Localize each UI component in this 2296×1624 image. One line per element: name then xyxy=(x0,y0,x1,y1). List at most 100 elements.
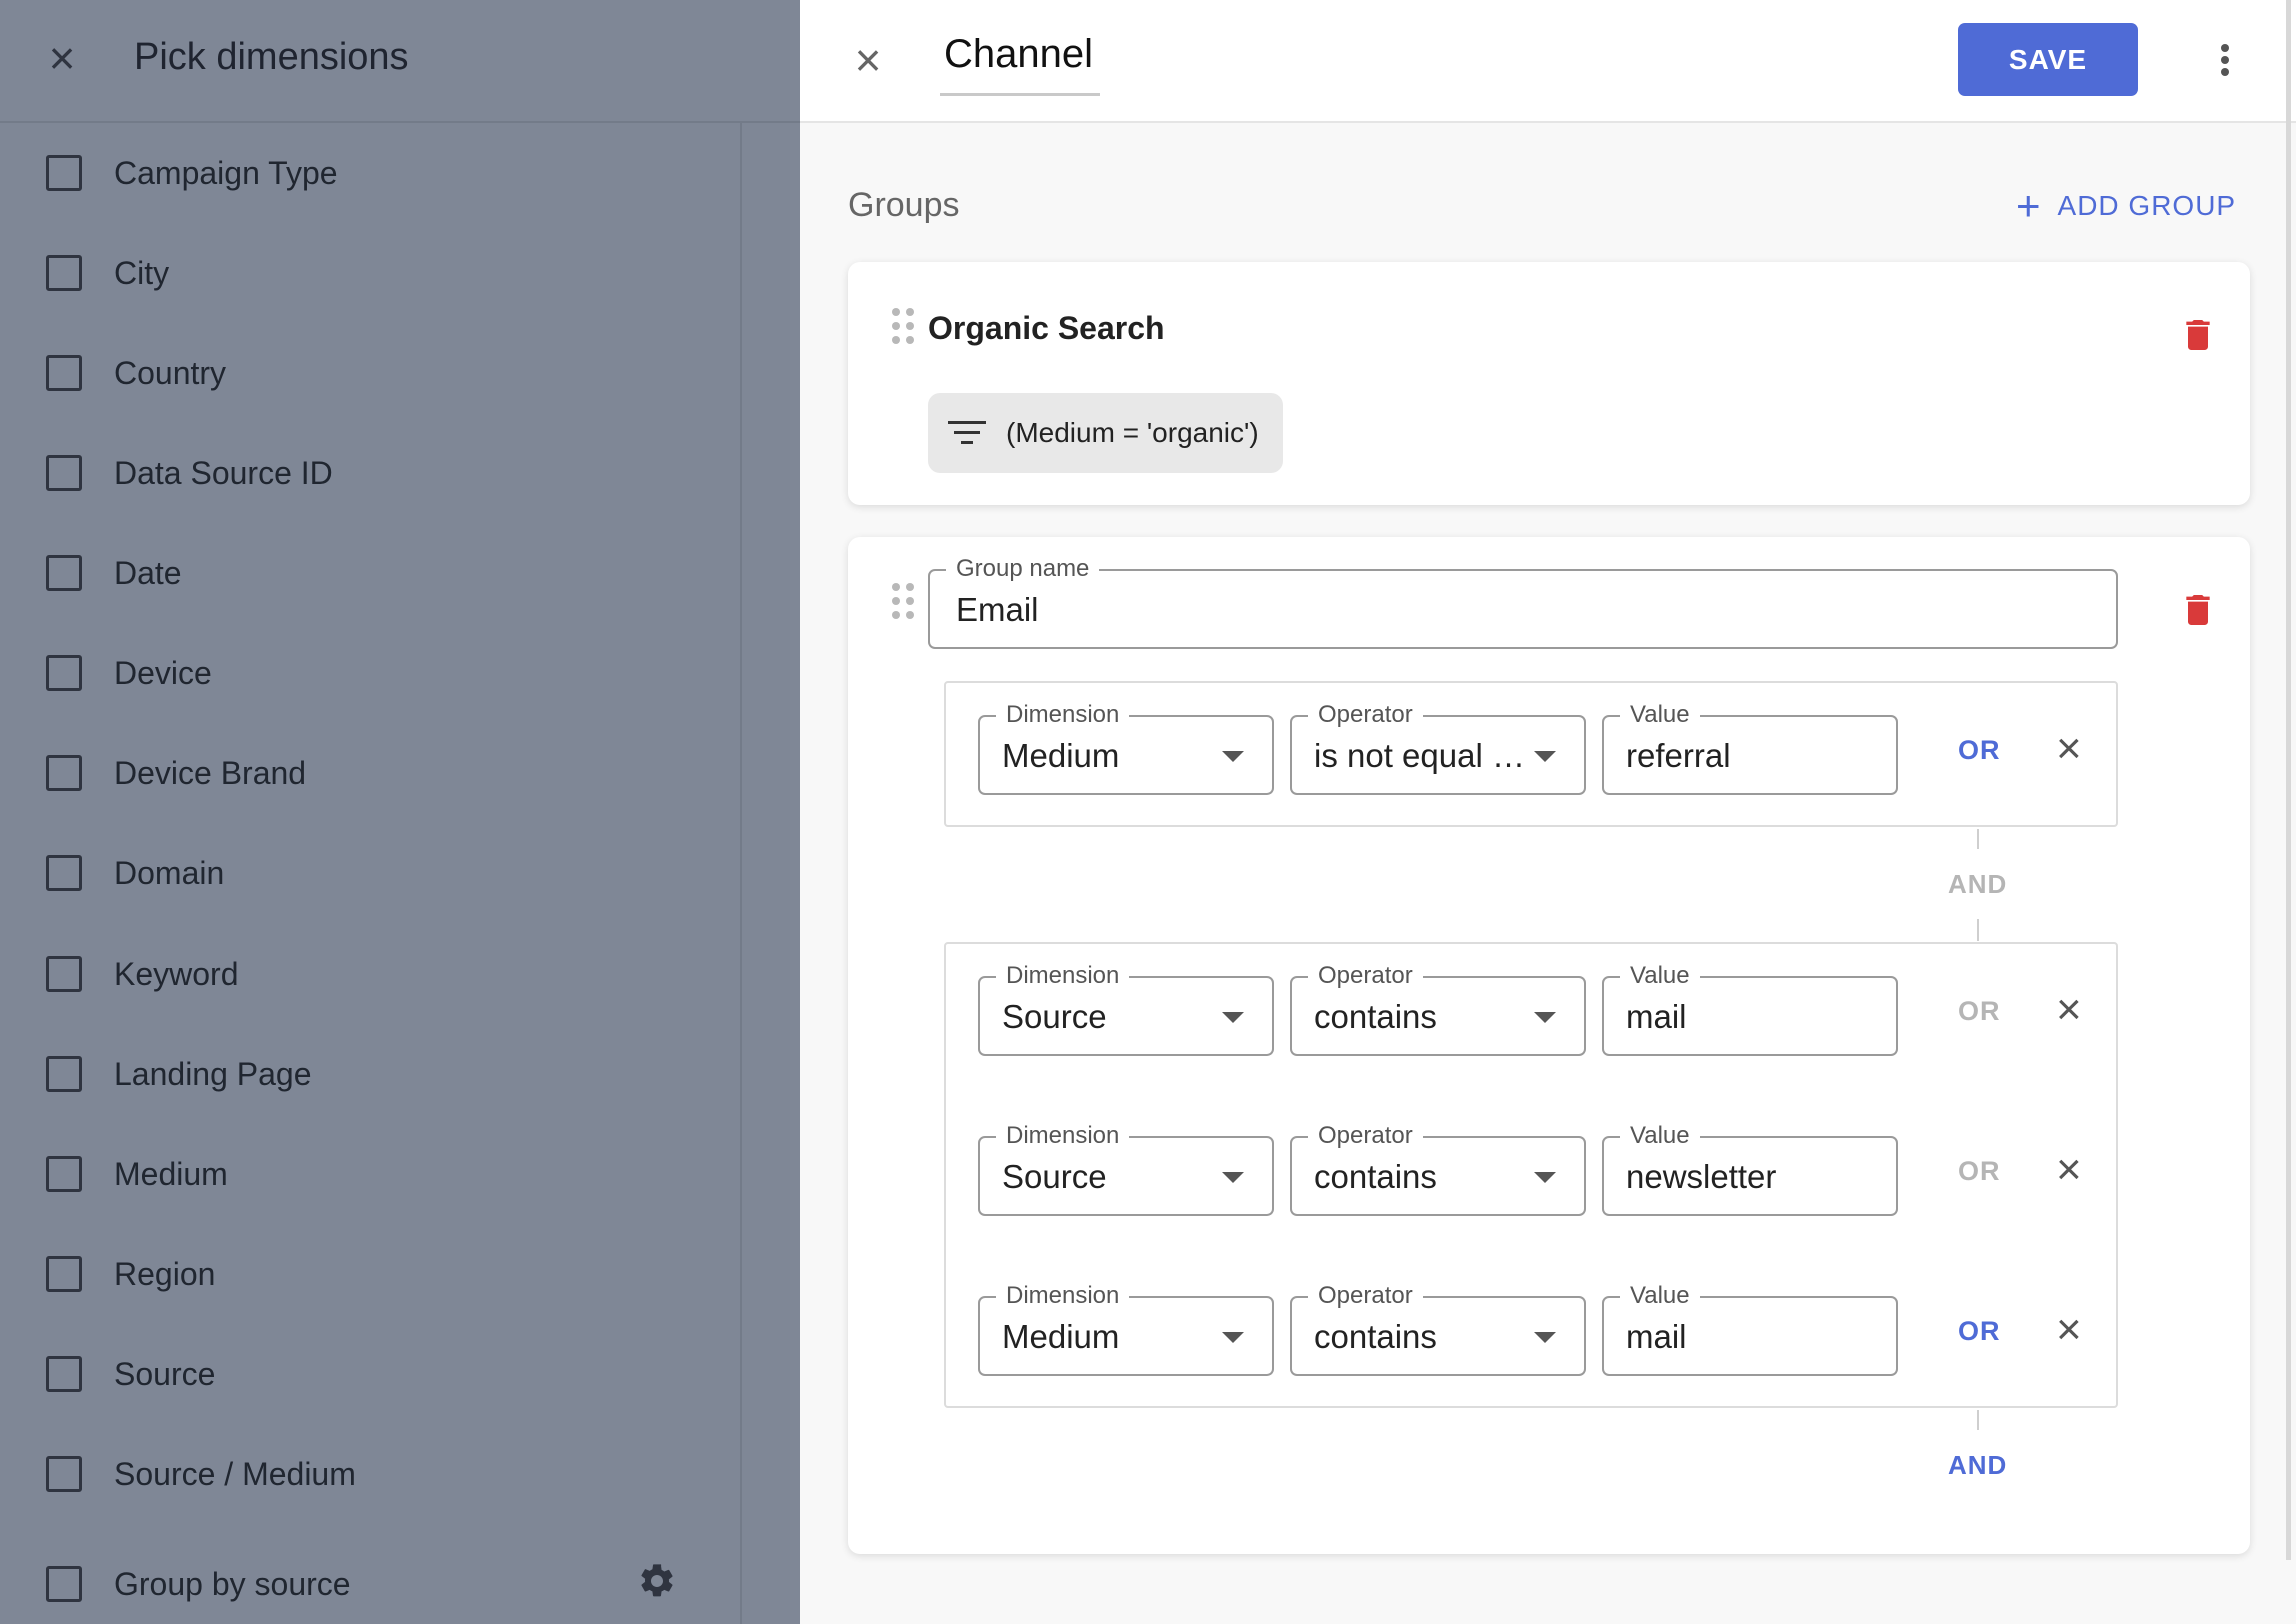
checkbox[interactable] xyxy=(46,1356,82,1392)
or-button[interactable]: OR xyxy=(1958,996,2001,1027)
dimension-option[interactable]: Keyword xyxy=(46,944,239,1004)
remove-condition-icon[interactable]: × xyxy=(2056,1308,2082,1352)
plus-icon: + xyxy=(2016,182,2042,229)
dimension-option[interactable]: Campaign Type xyxy=(46,143,338,203)
condition-value: newsletter xyxy=(1626,1158,1777,1195)
drag-handle-icon[interactable] xyxy=(892,583,914,619)
condition-value: mail xyxy=(1626,998,1687,1035)
dimension-option[interactable]: Medium xyxy=(46,1144,228,1204)
or-button[interactable]: OR xyxy=(1958,1156,2001,1187)
or-button[interactable]: OR xyxy=(1958,735,2001,766)
checkbox[interactable] xyxy=(46,1256,82,1292)
add-group-button[interactable]: + ADD GROUP xyxy=(2016,182,2236,229)
connector-line xyxy=(1977,919,1979,941)
dropdown-arrow-icon xyxy=(1222,1172,1244,1183)
group-by-source-option[interactable]: Group by source xyxy=(46,1554,351,1614)
remove-condition-icon[interactable]: × xyxy=(2056,727,2082,771)
field-label: Dimension xyxy=(996,701,1130,730)
dimension-option[interactable]: Source xyxy=(46,1344,215,1404)
dropdown-arrow-icon xyxy=(1222,751,1244,762)
dimension-option[interactable]: Device Brand xyxy=(46,743,306,803)
checkbox[interactable] xyxy=(46,255,82,291)
scrollbar[interactable] xyxy=(2286,0,2291,1560)
checkbox[interactable] xyxy=(46,1156,82,1192)
checkbox[interactable] xyxy=(46,1566,82,1602)
remove-condition-icon[interactable]: × xyxy=(2056,1148,2082,1192)
checkbox[interactable] xyxy=(46,956,82,992)
checkbox[interactable] xyxy=(46,855,82,891)
operator-value: contains xyxy=(1314,1318,1437,1355)
dimension-select[interactable]: Dimension Source xyxy=(978,962,1274,1056)
filter-chip-label: (Medium = 'organic') xyxy=(1006,417,1259,448)
remove-condition-icon[interactable]: × xyxy=(2056,988,2082,1032)
operator-value: contains xyxy=(1314,998,1437,1035)
dimension-option[interactable]: Country xyxy=(46,343,226,403)
group-name: Organic Search xyxy=(928,310,1165,346)
dimension-option[interactable]: Date xyxy=(46,543,182,603)
dimension-value: Medium xyxy=(1002,737,1120,774)
more-vert-icon[interactable] xyxy=(2200,32,2250,88)
and-button[interactable]: AND xyxy=(1948,1450,2007,1481)
dimension-option[interactable]: Landing Page xyxy=(46,1044,312,1104)
dimension-select[interactable]: Dimension Medium xyxy=(978,701,1274,795)
condition-block: Dimension Source Operator contains Value… xyxy=(944,942,2118,1408)
dimension-title-input[interactable]: Channel xyxy=(940,24,1100,96)
dimension-select[interactable]: Dimension Medium xyxy=(978,1282,1274,1376)
checkbox[interactable] xyxy=(46,755,82,791)
checkbox[interactable] xyxy=(46,155,82,191)
value-input[interactable]: Value newsletter xyxy=(1602,1122,1898,1216)
dimension-option[interactable]: Data Source ID xyxy=(46,443,333,503)
operator-select[interactable]: Operator is not equal … xyxy=(1290,701,1586,795)
dimension-option[interactable]: City xyxy=(46,243,169,303)
value-input[interactable]: Value referral xyxy=(1602,701,1898,795)
value-input[interactable]: Value mail xyxy=(1602,1282,1898,1376)
checkbox[interactable] xyxy=(46,655,82,691)
dimension-label: Source / Medium xyxy=(114,1455,356,1492)
condition-value: referral xyxy=(1626,737,1731,774)
dimension-select[interactable]: Dimension Source xyxy=(978,1122,1274,1216)
dropdown-arrow-icon xyxy=(1534,1012,1556,1023)
dimension-option[interactable]: Device xyxy=(46,643,212,703)
dimension-label: Data Source ID xyxy=(114,454,333,491)
gear-icon[interactable] xyxy=(634,1558,680,1604)
field-label: Value xyxy=(1620,962,1700,991)
operator-select[interactable]: Operator contains xyxy=(1290,962,1586,1056)
or-button[interactable]: OR xyxy=(1958,1316,2001,1347)
dropdown-arrow-icon xyxy=(1534,751,1556,762)
checkbox[interactable] xyxy=(46,355,82,391)
group-name-value: Email xyxy=(956,591,1039,628)
groups-heading: Groups xyxy=(848,186,960,224)
delete-icon[interactable] xyxy=(2178,587,2218,633)
operator-value: contains xyxy=(1314,1158,1437,1195)
field-label: Dimension xyxy=(996,962,1130,991)
save-button[interactable]: SAVE xyxy=(1958,23,2138,96)
condition-block: Dimension Medium Operator is not equal …… xyxy=(944,681,2118,827)
value-input[interactable]: Value mail xyxy=(1602,962,1898,1056)
drag-handle-icon[interactable] xyxy=(892,308,914,344)
checkbox[interactable] xyxy=(46,555,82,591)
pick-dimensions-panel: × Pick dimensions Campaign Type City Cou… xyxy=(0,0,800,1624)
field-label: Group name xyxy=(946,555,1100,584)
operator-value: is not equal … xyxy=(1314,737,1525,774)
dimension-label: Date xyxy=(114,554,182,591)
operator-select[interactable]: Operator contains xyxy=(1290,1282,1586,1376)
close-icon[interactable]: × xyxy=(38,34,86,82)
dimension-label: Group by source xyxy=(114,1565,351,1602)
field-label: Value xyxy=(1620,701,1700,730)
panel-title: Pick dimensions xyxy=(134,36,409,78)
checkbox[interactable] xyxy=(46,1456,82,1492)
close-icon[interactable]: × xyxy=(842,34,894,86)
filter-chip[interactable]: (Medium = 'organic') xyxy=(928,393,1283,473)
dimension-option[interactable]: Region xyxy=(46,1244,215,1304)
dimension-option[interactable]: Domain xyxy=(46,843,224,903)
and-button[interactable]: AND xyxy=(1948,869,2007,900)
delete-icon[interactable] xyxy=(2178,312,2218,358)
checkbox[interactable] xyxy=(46,455,82,491)
dimension-label: Campaign Type xyxy=(114,154,338,191)
operator-select[interactable]: Operator contains xyxy=(1290,1122,1586,1216)
checkbox[interactable] xyxy=(46,1056,82,1092)
dimension-option[interactable]: Source / Medium xyxy=(46,1444,356,1504)
dropdown-arrow-icon xyxy=(1534,1332,1556,1343)
dropdown-arrow-icon xyxy=(1534,1172,1556,1183)
group-name-field[interactable]: Group name Email xyxy=(928,555,2118,649)
